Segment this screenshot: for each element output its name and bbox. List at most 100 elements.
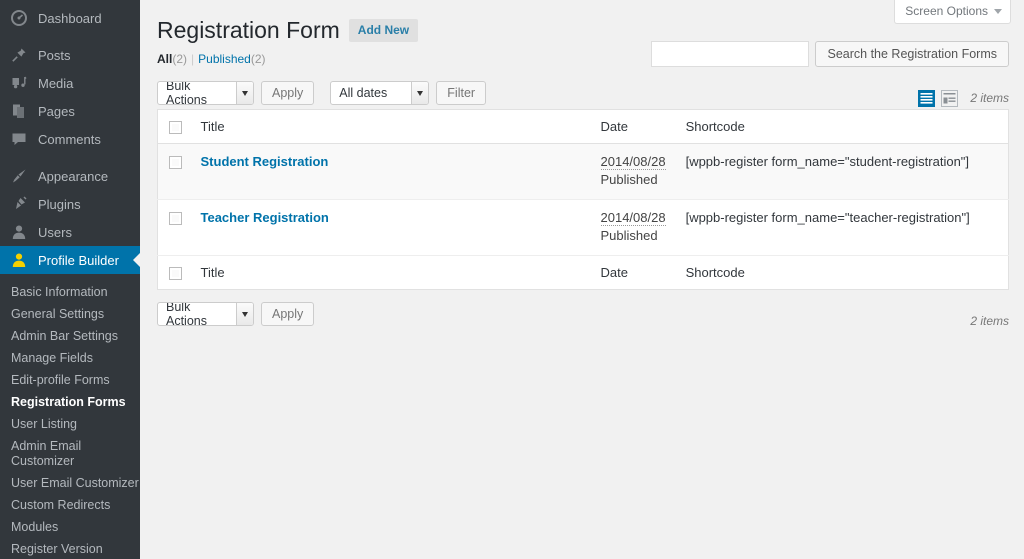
sidebar-item-label: Comments [38,131,101,147]
table-head: Title Date Shortcode [157,110,1009,144]
pin-icon [9,45,29,65]
sidebar-item-dashboard[interactable]: Dashboard [0,4,140,32]
chevron-down-icon [236,82,253,104]
plug-icon [9,194,29,214]
admin-screen: Dashboard Posts Media Pages Comments App… [0,0,1024,559]
sidebar-item-comments[interactable]: Comments [0,125,140,153]
filter-link-published[interactable]: Published [198,52,251,66]
sidebar-item-users[interactable]: Users [0,218,140,246]
table-foot: Title Date Shortcode [157,255,1009,290]
list-view-icon[interactable] [917,89,935,107]
filter-divider: | [191,52,195,66]
sidebar-submenu: Basic Information General Settings Admin… [0,274,140,559]
filter-link-all[interactable]: All [157,52,172,66]
screen-options-button[interactable]: Screen Options [894,0,1011,24]
submenu-custom-redirects[interactable]: Custom Redirects [0,494,140,516]
row-select-cell [158,144,191,200]
row-shortcode-cell: [wppb-register form_name="student-regist… [685,154,970,170]
registration-forms-table: Title Date Shortcode Student Registratio… [157,109,1009,291]
column-header-title[interactable]: Title [191,110,591,144]
items-count-top: 2 items [970,91,1009,105]
sidebar-item-label: Media [38,75,74,91]
submenu-manage-fields[interactable]: Manage Fields [0,347,140,369]
screen-meta: Screen Options [894,0,1011,24]
main-content: Screen Options Registration Form Add New… [140,0,1024,559]
submenu-admin-email-customizer[interactable]: Admin Email Customizer [0,435,140,472]
filter-button[interactable]: Filter [436,81,487,105]
table-row: Teacher Registration 2014/08/28 Publishe… [157,200,1009,256]
filter-count-all: (2) [172,52,188,66]
row-select-cell [158,200,191,256]
sidebar-item-appearance[interactable]: Appearance [0,162,140,190]
table-body: Student Registration 2014/08/28 Publishe… [157,143,1009,256]
row-date: 2014/08/28 [600,210,666,227]
search-button[interactable]: Search the Registration Forms [815,41,1009,67]
submenu-general-settings[interactable]: General Settings [0,303,140,325]
sidebar-divider [0,32,140,41]
bulk-actions-select-top[interactable]: Bulk Actions [157,81,254,105]
row-checkbox[interactable] [169,156,182,170]
admin-sidebar: Dashboard Posts Media Pages Comments App… [0,0,141,559]
select-all-checkbox-bottom[interactable] [169,267,182,281]
chevron-down-icon [236,303,253,326]
sidebar-item-posts[interactable]: Posts [0,41,140,69]
column-footer-date[interactable]: Date [591,256,676,290]
sidebar-item-media[interactable]: Media [0,69,140,97]
sidebar-item-label: Pages [38,103,75,119]
select-all-checkbox-top[interactable] [169,121,182,135]
select-all-footer [158,256,191,290]
row-title-link[interactable]: Student Registration [201,154,329,169]
view-switch: 2 items [917,89,1009,107]
submenu-register-version[interactable]: Register Version [0,538,140,559]
submenu-user-listing[interactable]: User Listing [0,413,140,435]
column-footer-title[interactable]: Title [191,256,591,290]
brush-icon [9,166,29,186]
sidebar-item-profile-builder[interactable]: Profile Builder [0,246,141,274]
chevron-down-icon [994,8,1002,14]
tablenav-bottom: Bulk Actions Apply 2 items [157,298,1009,330]
submenu-user-email-customizer[interactable]: User Email Customizer [0,472,140,494]
comment-icon [9,129,29,149]
sidebar-item-label: Dashboard [38,10,102,26]
date-filter-value: All dates [339,86,388,100]
table-footer-row: Title Date Shortcode [157,255,1009,290]
select-all-header [158,110,191,144]
apply-button-top[interactable]: Apply [261,81,315,105]
sidebar-item-pages[interactable]: Pages [0,97,140,125]
sidebar-divider [0,153,140,162]
date-filter-select[interactable]: All dates [330,81,430,105]
column-header-date[interactable]: Date [591,110,676,144]
dashboard-icon [9,8,29,28]
items-count-wrap-bottom: 2 items [963,314,1009,328]
row-date-cell: 2014/08/28 Published [591,200,676,256]
screen-options-label: Screen Options [905,4,988,18]
row-title-link[interactable]: Teacher Registration [201,210,329,225]
submenu-edit-profile-forms[interactable]: Edit-profile Forms [0,369,140,391]
submenu-registration-forms[interactable]: Registration Forms [0,391,140,413]
page-wrap: Registration Form Add New All(2) | Publish… [140,0,1024,330]
tablenav-top: Bulk Actions Apply All dates Filter 2 it… [157,77,1009,109]
search-box: Search the Registration Forms [651,41,1009,67]
row-status: Published [600,228,658,244]
sidebar-item-label: Users [38,224,72,240]
user-icon [9,250,29,270]
row-date: 2014/08/28 [600,154,666,171]
filter-count-published: (2) [250,52,266,66]
search-input[interactable] [651,41,810,67]
column-footer-shortcode: Shortcode [685,265,745,281]
column-header-shortcode: Shortcode [685,119,745,134]
sidebar-item-label: Posts [38,47,71,63]
submenu-basic-information[interactable]: Basic Information [0,281,140,303]
add-new-button[interactable]: Add New [348,19,419,42]
apply-button-bottom[interactable]: Apply [261,302,315,327]
sidebar-item-label: Appearance [38,168,109,184]
excerpt-view-icon[interactable] [940,89,958,107]
sidebar-item-plugins[interactable]: Plugins [0,190,140,218]
chevron-down-icon [411,82,429,104]
bulk-actions-select-bottom[interactable]: Bulk Actions [157,302,254,327]
submenu-admin-bar-settings[interactable]: Admin Bar Settings [0,325,140,347]
submenu-modules[interactable]: Modules [0,516,140,538]
bulk-actions-value: Bulk Actions [166,302,207,327]
table-row: Student Registration 2014/08/28 Publishe… [157,143,1009,200]
row-checkbox[interactable] [169,212,182,226]
